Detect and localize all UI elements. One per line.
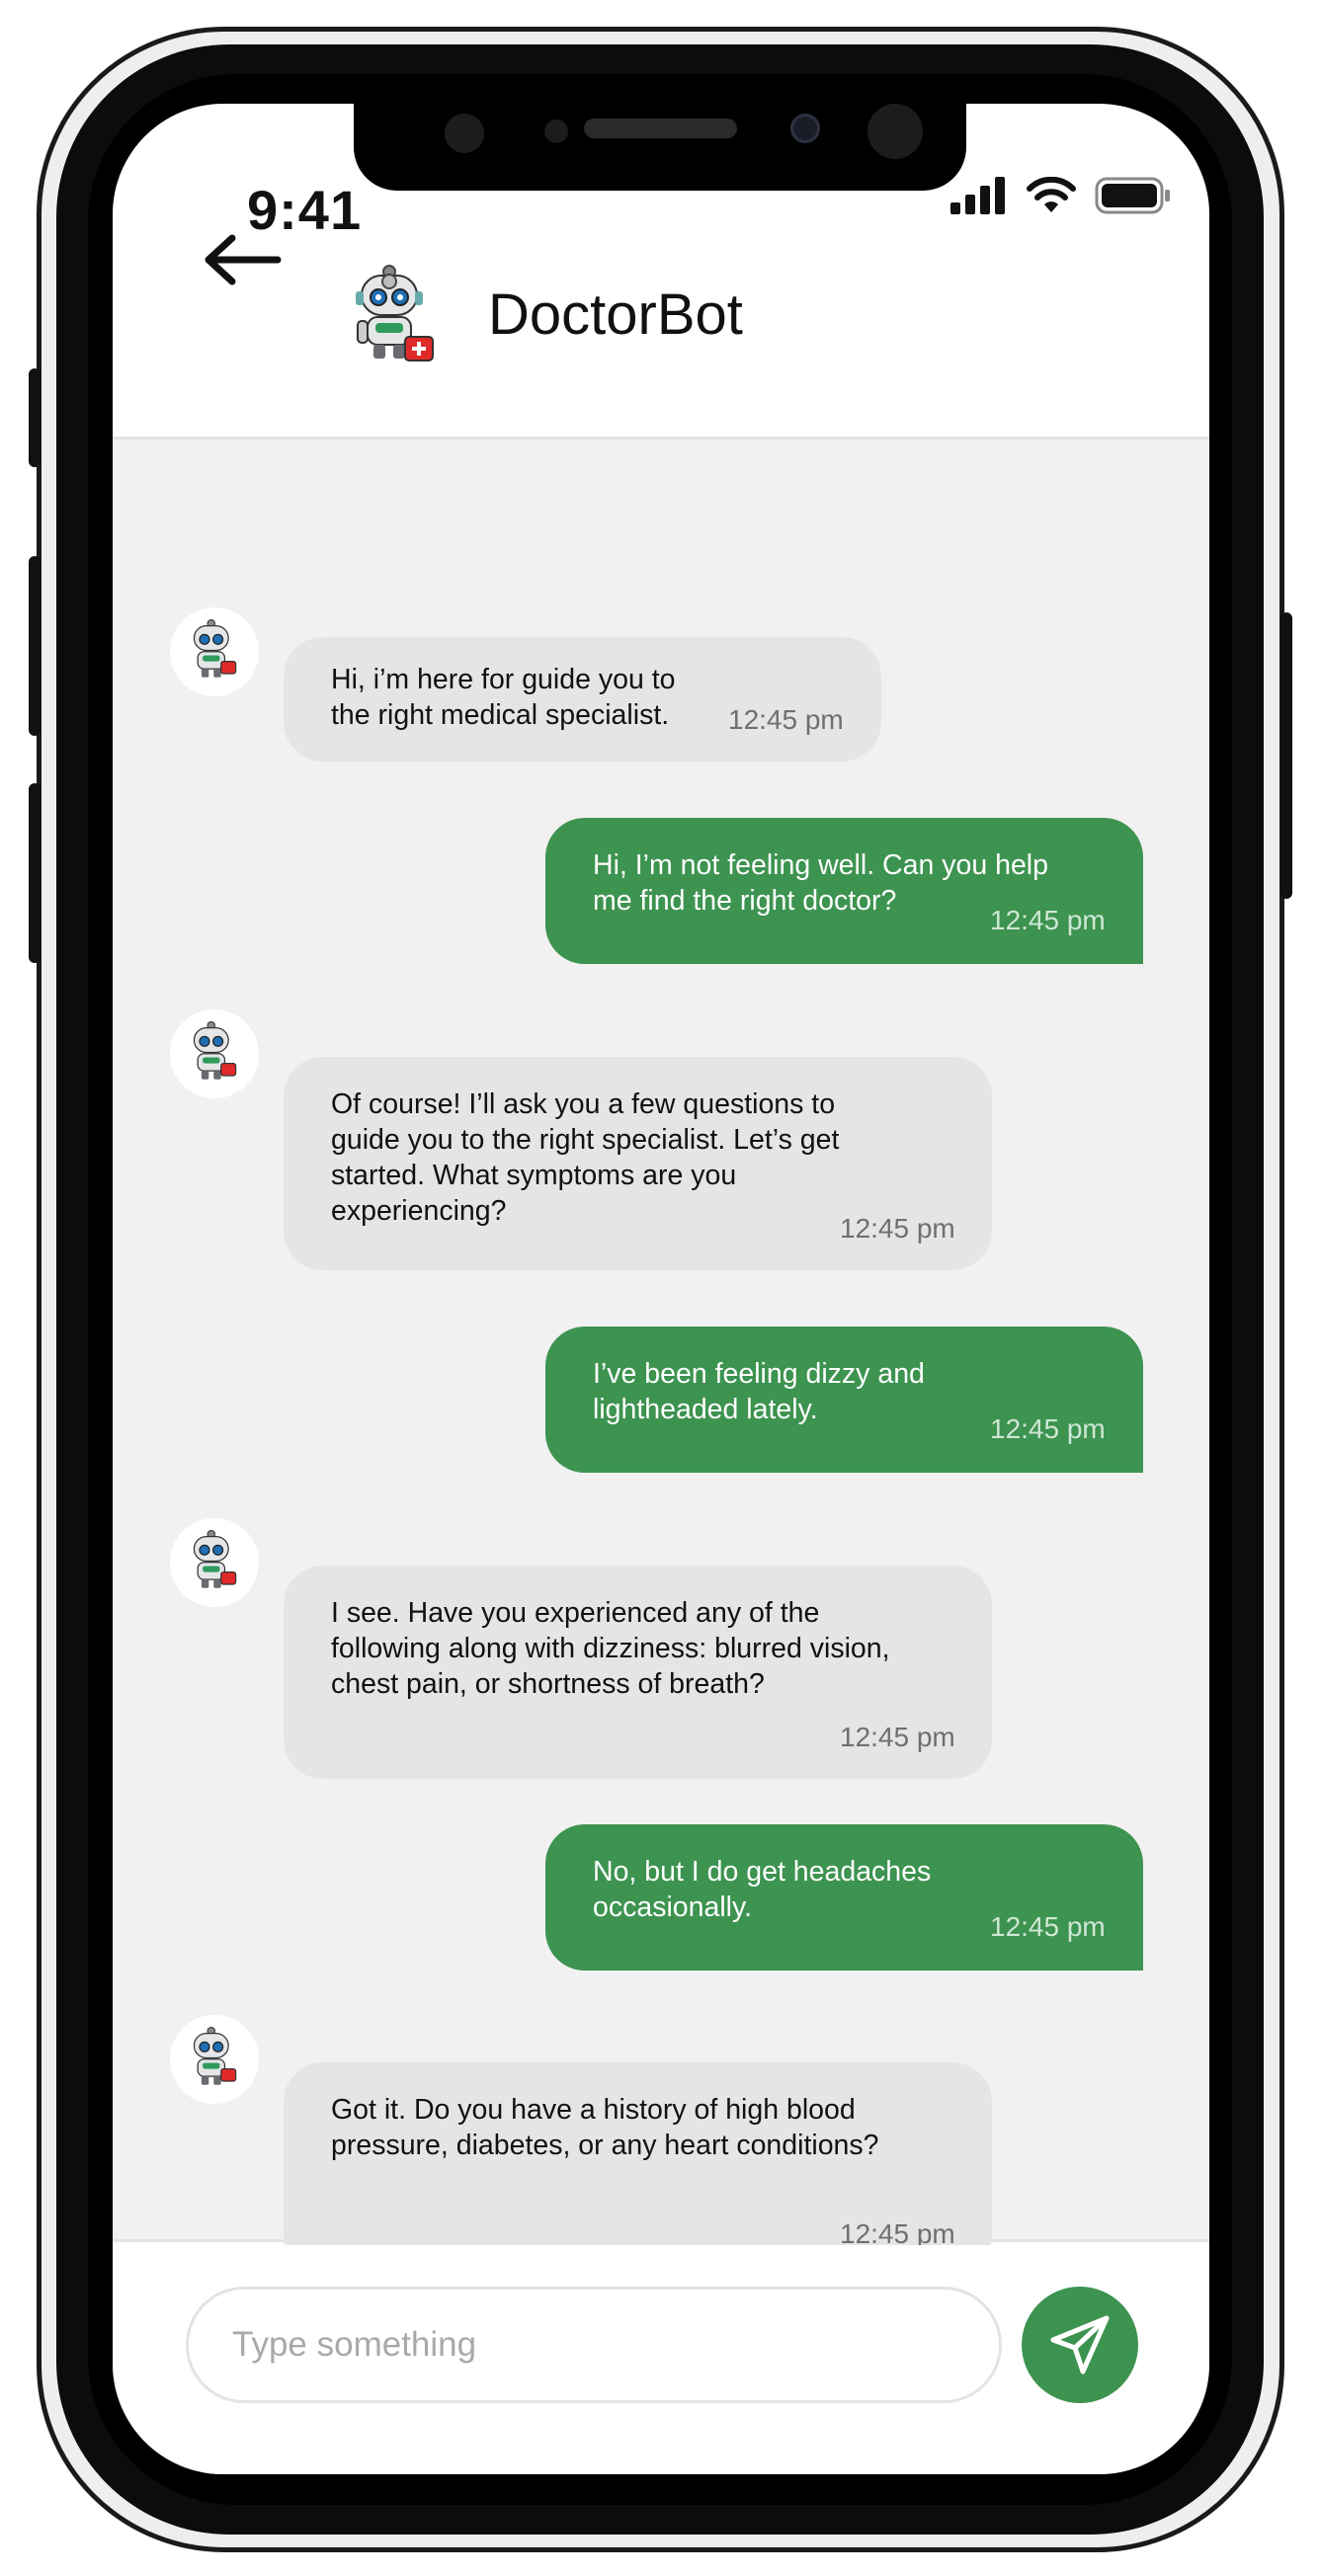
- power-button: [1280, 612, 1292, 899]
- arrow-left-icon: [205, 234, 282, 285]
- user-message: No, but I do get headaches occasionally.…: [545, 1824, 1143, 1971]
- message-time: 12:45 pm: [990, 1413, 1106, 1444]
- user-message: I’ve been feeling dizzy and lightheaded …: [545, 1327, 1143, 1473]
- message-text: Hi, i’m here for guide you to the right …: [331, 664, 676, 731]
- message-text: Hi, I’m not feeling well. Can you help m…: [593, 849, 1048, 917]
- message-time: 12:45 pm: [728, 704, 844, 735]
- message-time: 12:45 pm: [840, 1722, 955, 1752]
- bot-message: Hi, i’m here for guide you to the right …: [284, 637, 881, 762]
- bot-message: Got it. Do you have a history of high bl…: [284, 2062, 992, 2276]
- notch-speaker: [584, 119, 737, 138]
- volume-down-button: [29, 783, 41, 963]
- status-icons: [950, 171, 1172, 220]
- notch: [354, 104, 966, 191]
- back-button[interactable]: [197, 230, 286, 289]
- doctor-robot-icon: [356, 265, 434, 362]
- bot-avatar: [170, 1518, 259, 1607]
- bot-avatar: [170, 607, 259, 696]
- send-button[interactable]: [1022, 2287, 1138, 2403]
- notch-sensor: [445, 114, 484, 153]
- message-input[interactable]: [186, 2287, 1002, 2403]
- message-text: No, but I do get headaches occasionally.: [593, 1856, 932, 1923]
- mute-switch: [29, 368, 41, 467]
- notch-sensor: [867, 104, 923, 159]
- message-time: 12:45 pm: [990, 1911, 1106, 1942]
- bot-avatar: [170, 2015, 259, 2104]
- notch-sensor: [544, 120, 568, 143]
- send-icon: [1050, 2315, 1110, 2375]
- message-time: 12:45 pm: [840, 1213, 955, 1244]
- chat-title: DoctorBot: [488, 282, 743, 347]
- message-time: 12:45 pm: [990, 905, 1106, 935]
- cellular-signal-icon: [950, 177, 1005, 214]
- user-message: Hi, I’m not feeling well. Can you help m…: [545, 818, 1143, 964]
- battery-icon: [1095, 177, 1170, 214]
- message-text: Got it. Do you have a history of high bl…: [331, 2094, 879, 2161]
- message-text: I’ve been feeling dizzy and lightheaded …: [593, 1358, 925, 1425]
- bot-avatar: [170, 1009, 259, 1098]
- bot-message: Of course! I’ll ask you a few questions …: [284, 1057, 992, 1270]
- chat-messages: Hi, i’m here for guide you to the right …: [113, 440, 1209, 2276]
- bot-message: I see. Have you experienced any of the f…: [284, 1566, 992, 1779]
- wifi-icon: [1027, 177, 1076, 212]
- volume-up-button: [29, 556, 41, 736]
- message-text: Of course! I’ll ask you a few questions …: [331, 1088, 840, 1227]
- phone-screen: 9:41 DoctorBot Hi, i’m here for guide yo…: [113, 104, 1209, 2474]
- message-text: I see. Have you experienced any of the f…: [331, 1597, 890, 1700]
- front-camera: [790, 114, 820, 143]
